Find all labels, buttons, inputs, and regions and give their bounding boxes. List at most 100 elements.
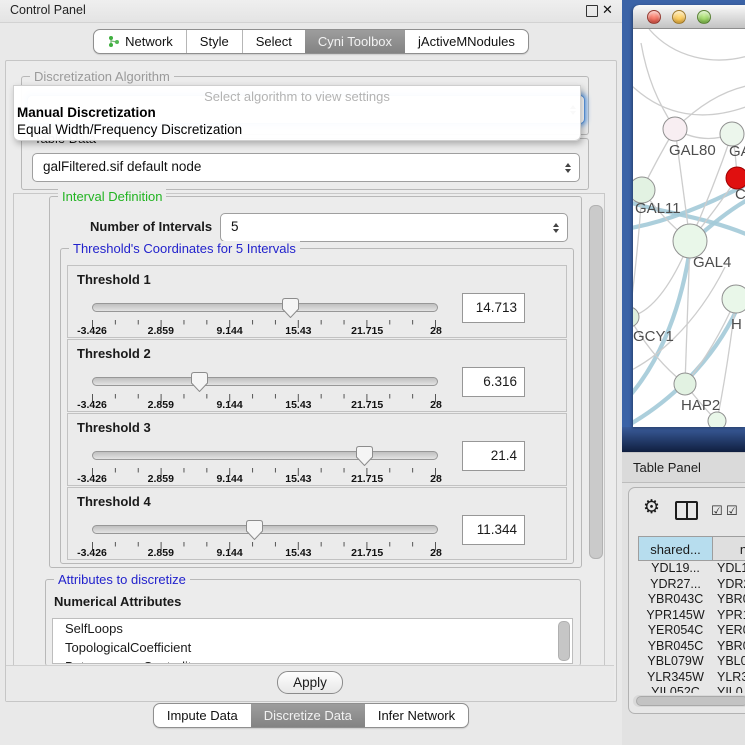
table-row[interactable]: YIL052CYIL0 [638, 685, 745, 693]
slider-track[interactable] [92, 303, 438, 312]
tab-network[interactable]: Network [94, 30, 186, 53]
slider-track[interactable] [92, 377, 438, 386]
network-icon [107, 35, 120, 48]
table-cell[interactable]: YBR0 [713, 639, 745, 655]
table-cell[interactable]: YPR145W [638, 608, 713, 624]
table-cell[interactable]: YDL1 [713, 561, 745, 577]
tab-label: Impute Data [167, 704, 238, 727]
threshold-slider[interactable]: -3.4262.8599.14415.4321.71528 [92, 298, 436, 336]
settings-vertical-scrollbar[interactable] [589, 205, 603, 559]
table-cell[interactable]: YDL19... [638, 561, 713, 577]
algorithm-option-equal-width[interactable]: Equal Width/Frequency Discretization [14, 121, 580, 138]
network-edge [633, 83, 745, 115]
network-canvas[interactable]: GAL80GACGAL11GAL4HGCY1HAP2 [633, 29, 745, 427]
algorithm-option-manual[interactable]: Manual Discretization [14, 104, 580, 121]
column-header-shared[interactable]: shared... [638, 536, 713, 561]
interval-definition-group-title: Interval Definition [58, 189, 166, 204]
slider-track[interactable] [92, 451, 438, 460]
minimize-traffic-light-icon[interactable] [672, 10, 686, 24]
table-data-combobox[interactable]: galFiltered.sif default node [32, 153, 580, 182]
slider-handle-icon[interactable] [356, 446, 373, 466]
table-cell[interactable]: YBR0 [713, 592, 745, 608]
threshold-value-field[interactable]: 14.713 [462, 293, 525, 323]
number-of-intervals-value: 5 [231, 214, 239, 240]
table-data-value: galFiltered.sif default node [43, 154, 201, 180]
attribute-list-item[interactable]: BetweennessCentrality [53, 657, 572, 664]
slider-handle-icon[interactable] [282, 298, 299, 318]
table-row[interactable]: YBL079WYBL0 [638, 654, 745, 670]
slider-track[interactable] [92, 525, 438, 534]
table-cell[interactable]: YIL052C [638, 685, 713, 693]
network-window-bottom-edge [622, 427, 745, 452]
restore-window-icon[interactable] [586, 5, 598, 17]
network-node[interactable] [674, 373, 696, 395]
network-node[interactable] [633, 307, 639, 327]
attribute-list-item[interactable]: SelfLoops [53, 619, 572, 638]
zoom-traffic-light-icon[interactable] [697, 10, 711, 24]
table-cell[interactable]: YBR043C [638, 592, 713, 608]
table-row[interactable]: YER054CYER0 [638, 623, 745, 639]
table-cell[interactable]: YER054C [638, 623, 713, 639]
threshold-value-field[interactable]: 21.4 [462, 441, 525, 471]
attributes-scrollbar[interactable] [558, 621, 570, 661]
table-row[interactable]: YDL19...YDL1 [638, 561, 745, 577]
network-node[interactable] [673, 224, 707, 258]
attribute-list-item[interactable]: TopologicalCoefficient [53, 638, 572, 657]
apply-button[interactable]: Apply [277, 671, 343, 694]
tab-discretize-data[interactable]: Discretize Data [251, 704, 365, 727]
tab-jactivemnodules[interactable]: jActiveMNodules [405, 30, 528, 53]
table-row[interactable]: YPR145WYPR1 [638, 608, 745, 624]
table-cell[interactable]: YBL079W [638, 654, 713, 670]
network-node[interactable] [708, 412, 726, 427]
close-window-icon[interactable]: ✕ [602, 2, 613, 18]
threshold-value-field[interactable]: 6.316 [462, 367, 525, 397]
table-cell[interactable]: YBL0 [713, 654, 745, 670]
network-edge [633, 267, 725, 373]
column-header-name[interactable]: n [713, 536, 745, 561]
network-node-label: GA [729, 143, 745, 160]
threshold-value-field[interactable]: 11.344 [462, 515, 525, 545]
table-cell[interactable]: YDR2 [713, 577, 745, 593]
slider-handle-icon[interactable] [191, 372, 208, 392]
close-traffic-light-icon[interactable] [647, 10, 661, 24]
network-node-label: H [731, 316, 742, 333]
interval-definition-group: Interval Definition Number of Intervals … [49, 196, 582, 568]
table-horizontal-scrollbar[interactable] [633, 695, 745, 707]
table-cell[interactable]: YLR3 [713, 670, 745, 686]
gear-icon[interactable]: ⚙ [643, 498, 660, 517]
table-row[interactable]: YBR043CYBR0 [638, 592, 745, 608]
tab-impute-data[interactable]: Impute Data [154, 704, 251, 727]
threshold-slider[interactable]: -3.4262.8599.14415.4321.71528 [92, 372, 436, 410]
table-cell[interactable]: YPR1 [713, 608, 745, 624]
threshold-label: Threshold 1 [77, 272, 151, 287]
table-horizontal-scrollbar-thumb[interactable] [636, 696, 745, 706]
slider-handle-icon[interactable] [246, 520, 263, 540]
table-row[interactable]: YDR27...YDR2 [638, 577, 745, 593]
network-node-label: GCY1 [633, 328, 674, 345]
threshold-slider[interactable]: -3.4262.8599.14415.4321.71528 [92, 520, 436, 558]
tab-style[interactable]: Style [186, 30, 242, 53]
numerical-attributes-list[interactable]: SelfLoopsTopologicalCoefficientBetweenne… [52, 618, 573, 664]
checkbox-icon[interactable]: ☑ [711, 504, 723, 517]
algorithm-dropdown-popup: Select algorithm to view settings Manual… [13, 85, 581, 141]
table-cell[interactable]: YIL0 [713, 685, 745, 693]
checkbox-icon[interactable]: ☑ [726, 504, 738, 517]
network-node[interactable] [722, 285, 745, 313]
tab-infer-network[interactable]: Infer Network [365, 704, 468, 727]
table-panel-titlebar: Table Panel [622, 452, 745, 483]
threshold-slider[interactable]: -3.4262.8599.14415.4321.71528 [92, 446, 436, 484]
slider-scale-label: 9.144 [216, 473, 242, 485]
table-cell[interactable]: YBR045C [638, 639, 713, 655]
number-of-intervals-combobox[interactable]: 5 [220, 213, 568, 242]
network-node[interactable] [663, 117, 687, 141]
table-row[interactable]: YBR045CYBR0 [638, 639, 745, 655]
table-cell[interactable]: YER0 [713, 623, 745, 639]
slider-scale-label: 15.43 [285, 399, 311, 411]
threshold-panel: Threshold 1 -3.4262.8599.14415.4321.71528… [67, 265, 567, 338]
table-cell[interactable]: YDR27... [638, 577, 713, 593]
table-row[interactable]: YLR345WYLR3 [638, 670, 745, 686]
table-cell[interactable]: YLR345W [638, 670, 713, 686]
split-columns-icon[interactable] [675, 501, 698, 520]
tab-select[interactable]: Select [242, 30, 305, 53]
tab-cyni-toolbox[interactable]: Cyni Toolbox [305, 30, 405, 53]
